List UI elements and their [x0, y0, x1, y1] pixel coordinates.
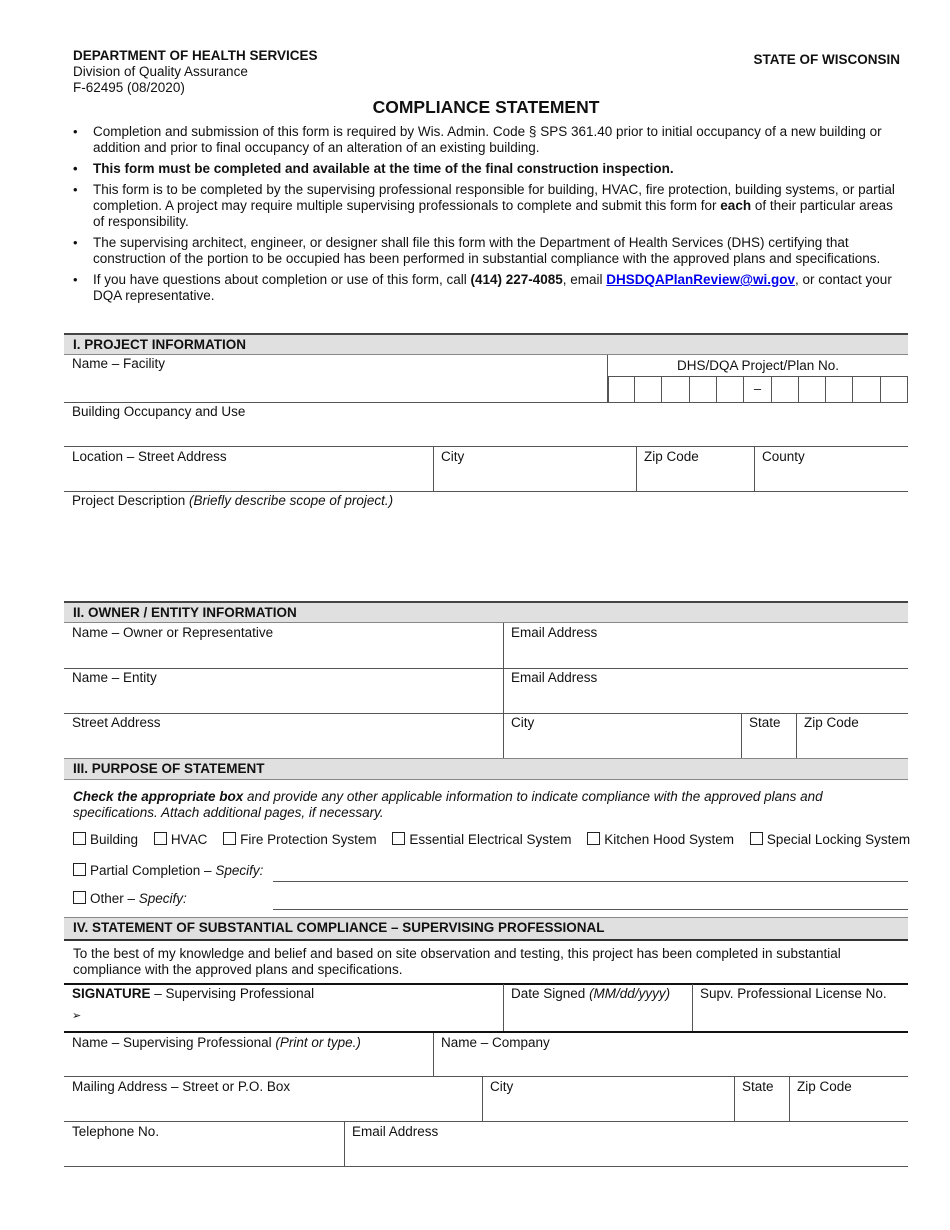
company-name-field[interactable]: Name – Company: [433, 1033, 908, 1077]
owner-zip-field[interactable]: Zip Code: [796, 713, 908, 758]
plan-number-digit-box[interactable]: [717, 377, 745, 402]
date-signed-field[interactable]: Date Signed (MM/dd/yyyy): [503, 984, 692, 1032]
checkbox-icon[interactable]: [73, 863, 86, 876]
partial-specify-line[interactable]: [273, 881, 908, 882]
plan-number-digit-box[interactable]: [881, 377, 908, 402]
form-title: COMPLIANCE STATEMENT: [372, 97, 600, 117]
plan-number-digit-box[interactable]: [854, 377, 881, 402]
section-compliance-header: IV. STATEMENT OF SUBSTANTIAL COMPLIANCE …: [64, 917, 908, 941]
division-name: Division of Quality Assurance: [73, 64, 248, 79]
checkbox-hvac[interactable]: HVAC: [153, 832, 207, 847]
professional-state-field[interactable]: State: [734, 1077, 789, 1122]
checkbox-special-locking[interactable]: Special Locking System: [749, 832, 910, 847]
telephone-field[interactable]: Telephone No.: [64, 1122, 344, 1167]
section-project-information-header: I. PROJECT INFORMATION: [64, 333, 908, 355]
entity-email-field[interactable]: Email Address: [503, 668, 908, 713]
state-name: STATE OF WISCONSIN: [753, 52, 901, 67]
instruction-item: If you have questions about completion o…: [73, 272, 903, 304]
phone-number: (414) 227-4085: [470, 272, 563, 287]
instruction-item: This form is to be completed by the supe…: [73, 182, 903, 230]
checkbox-icon[interactable]: [749, 832, 763, 845]
section-owner-entity-header: II. OWNER / ENTITY INFORMATION: [64, 601, 908, 623]
checkbox-other[interactable]: Other – Specify:: [73, 891, 187, 906]
compliance-statement: To the best of my knowledge and belief a…: [73, 946, 841, 977]
professional-city-field[interactable]: City: [482, 1077, 734, 1122]
instruction-item: The supervising architect, engineer, or …: [73, 235, 903, 267]
location-street-field[interactable]: Location – Street Address: [64, 447, 433, 492]
location-county-field[interactable]: County: [754, 447, 908, 492]
project-description-field[interactable]: Project Description (Briefly describe sc…: [64, 491, 908, 600]
owner-city-field[interactable]: City: [503, 713, 741, 758]
checkbox-partial-completion[interactable]: Partial Completion – Specify:: [73, 863, 263, 878]
department-name: DEPARTMENT OF HEALTH SERVICES: [73, 48, 318, 63]
checkbox-building[interactable]: Building: [73, 832, 138, 847]
checkbox-fire-protection[interactable]: Fire Protection System: [223, 832, 377, 847]
plan-number-digit-box[interactable]: [608, 377, 635, 402]
professional-email-field[interactable]: Email Address: [344, 1122, 908, 1167]
checkbox-icon[interactable]: [73, 832, 86, 845]
email-link[interactable]: DHSDQAPlanReview@wi.gov: [606, 272, 795, 287]
mailing-address-field[interactable]: Mailing Address – Street or P.O. Box: [64, 1077, 482, 1122]
checkbox-kitchen-hood[interactable]: Kitchen Hood System: [587, 832, 734, 847]
owner-street-field[interactable]: Street Address: [64, 713, 503, 758]
purpose-instructions: Check the appropriate box and provide an…: [73, 789, 823, 820]
plan-number-digit-box[interactable]: [799, 377, 827, 402]
plan-number-digit-box[interactable]: [826, 377, 854, 402]
owner-name-field[interactable]: Name – Owner or Representative: [64, 623, 503, 668]
professional-name-field[interactable]: Name – Supervising Professional (Print o…: [64, 1033, 433, 1077]
checkbox-icon[interactable]: [392, 832, 406, 845]
plan-number-digit-box[interactable]: [663, 377, 690, 402]
location-city-field[interactable]: City: [433, 447, 636, 492]
arrow-icon: ➢: [72, 1010, 82, 1022]
other-specify-line[interactable]: [273, 909, 908, 910]
checkbox-icon[interactable]: [73, 891, 86, 904]
entity-name-field[interactable]: Name – Entity: [64, 668, 503, 713]
instruction-item: This form must be completed and availabl…: [73, 161, 903, 177]
checkbox-icon[interactable]: [153, 832, 167, 845]
plan-number-separator: –: [745, 377, 772, 402]
facility-name-field[interactable]: Name – Facility: [64, 354, 608, 402]
signature-field[interactable]: SIGNATURE – Supervising Professional ➢: [64, 984, 503, 1032]
agency-header: DEPARTMENT OF HEALTH SERVICES Division o…: [73, 48, 318, 96]
plan-number-digit-box[interactable]: [690, 377, 717, 402]
plan-number-digit-box[interactable]: [772, 377, 799, 402]
owner-state-field[interactable]: State: [741, 713, 796, 758]
checkbox-icon[interactable]: [223, 832, 237, 845]
plan-number-digit-box[interactable]: [635, 377, 663, 402]
plan-number-label: DHS/DQA Project/Plan No.: [676, 358, 840, 373]
instructions-list: Completion and submission of this form i…: [73, 124, 903, 309]
location-zip-field[interactable]: Zip Code: [636, 447, 754, 492]
owner-email-field[interactable]: Email Address: [503, 623, 908, 668]
checkbox-essential-electrical[interactable]: Essential Electrical System: [392, 832, 571, 847]
purpose-checkbox-row: Building HVAC Fire Protection System Ess…: [73, 832, 910, 847]
professional-zip-field[interactable]: Zip Code: [789, 1077, 908, 1122]
instruction-item: Completion and submission of this form i…: [73, 124, 903, 156]
occupancy-use-field[interactable]: Building Occupancy and Use: [64, 402, 908, 447]
checkbox-icon[interactable]: [587, 832, 601, 845]
form-id: F-62495 (08/2020): [73, 80, 185, 95]
license-number-field[interactable]: Supv. Professional License No.: [692, 984, 908, 1032]
section-purpose-header: III. PURPOSE OF STATEMENT: [64, 758, 908, 780]
